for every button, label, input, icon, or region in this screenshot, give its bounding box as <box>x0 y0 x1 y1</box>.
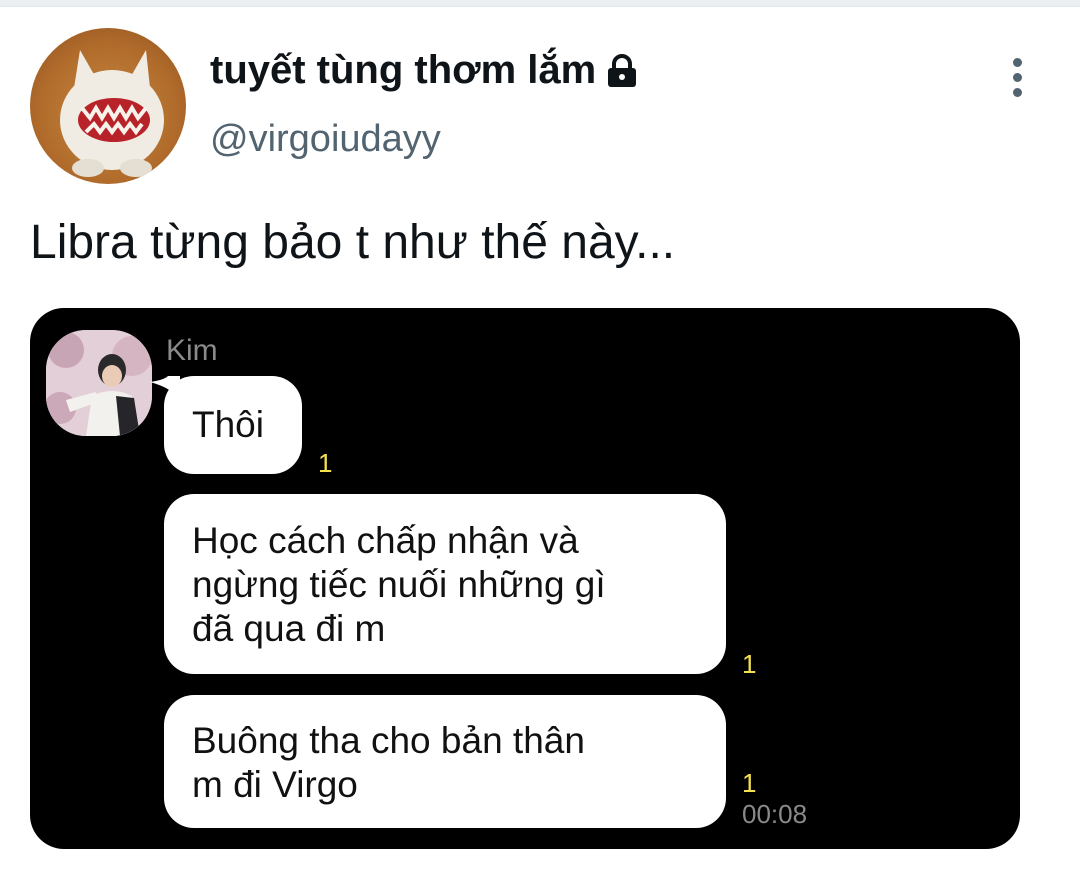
lock-icon <box>602 51 642 91</box>
chat-message-bubble: Thôi <box>150 376 302 474</box>
chat-screenshot-image[interactable]: Kim Thôi 1 Học cách chấp nhận và ngừng t… <box>30 308 1020 849</box>
message-timestamp: 00:08 <box>742 799 808 829</box>
unread-count: 1 <box>742 768 757 798</box>
avatar[interactable] <box>30 28 186 184</box>
chat-message-bubble: Học cách chấp nhận và ngừng tiếc nuối nh… <box>164 494 726 674</box>
display-name-text: tuyết tùng thơm lắm <box>210 48 597 92</box>
unread-count: 1 <box>318 448 333 478</box>
bubble-tail <box>150 376 180 402</box>
chat-message-line: Buông tha cho bản thân <box>192 720 585 761</box>
chat-sender-name: Kim <box>166 334 218 367</box>
chat-sender-avatar <box>46 330 152 436</box>
chat-message-line: ngừng tiếc nuối những gì <box>192 564 606 605</box>
chat-message-bubble: Buông tha cho bản thân m đi Virgo <box>164 695 726 828</box>
chat-message-line: đã qua đi m <box>192 608 386 649</box>
display-name[interactable]: tuyết tùng thơm lắm <box>210 48 642 93</box>
chat-message-text: Thôi <box>192 404 264 445</box>
top-divider <box>0 0 1080 7</box>
author-handle[interactable]: @virgoiudayy <box>210 118 441 161</box>
more-vertical-icon[interactable] <box>1002 58 1032 102</box>
plush-toy-avatar-image <box>60 50 164 177</box>
chat-message-line: Học cách chấp nhận và <box>192 520 579 561</box>
chat-message-line: m đi Virgo <box>192 764 358 805</box>
unread-count: 1 <box>742 649 757 679</box>
tweet-text: Libra từng bảo t như thế này... <box>30 216 676 269</box>
